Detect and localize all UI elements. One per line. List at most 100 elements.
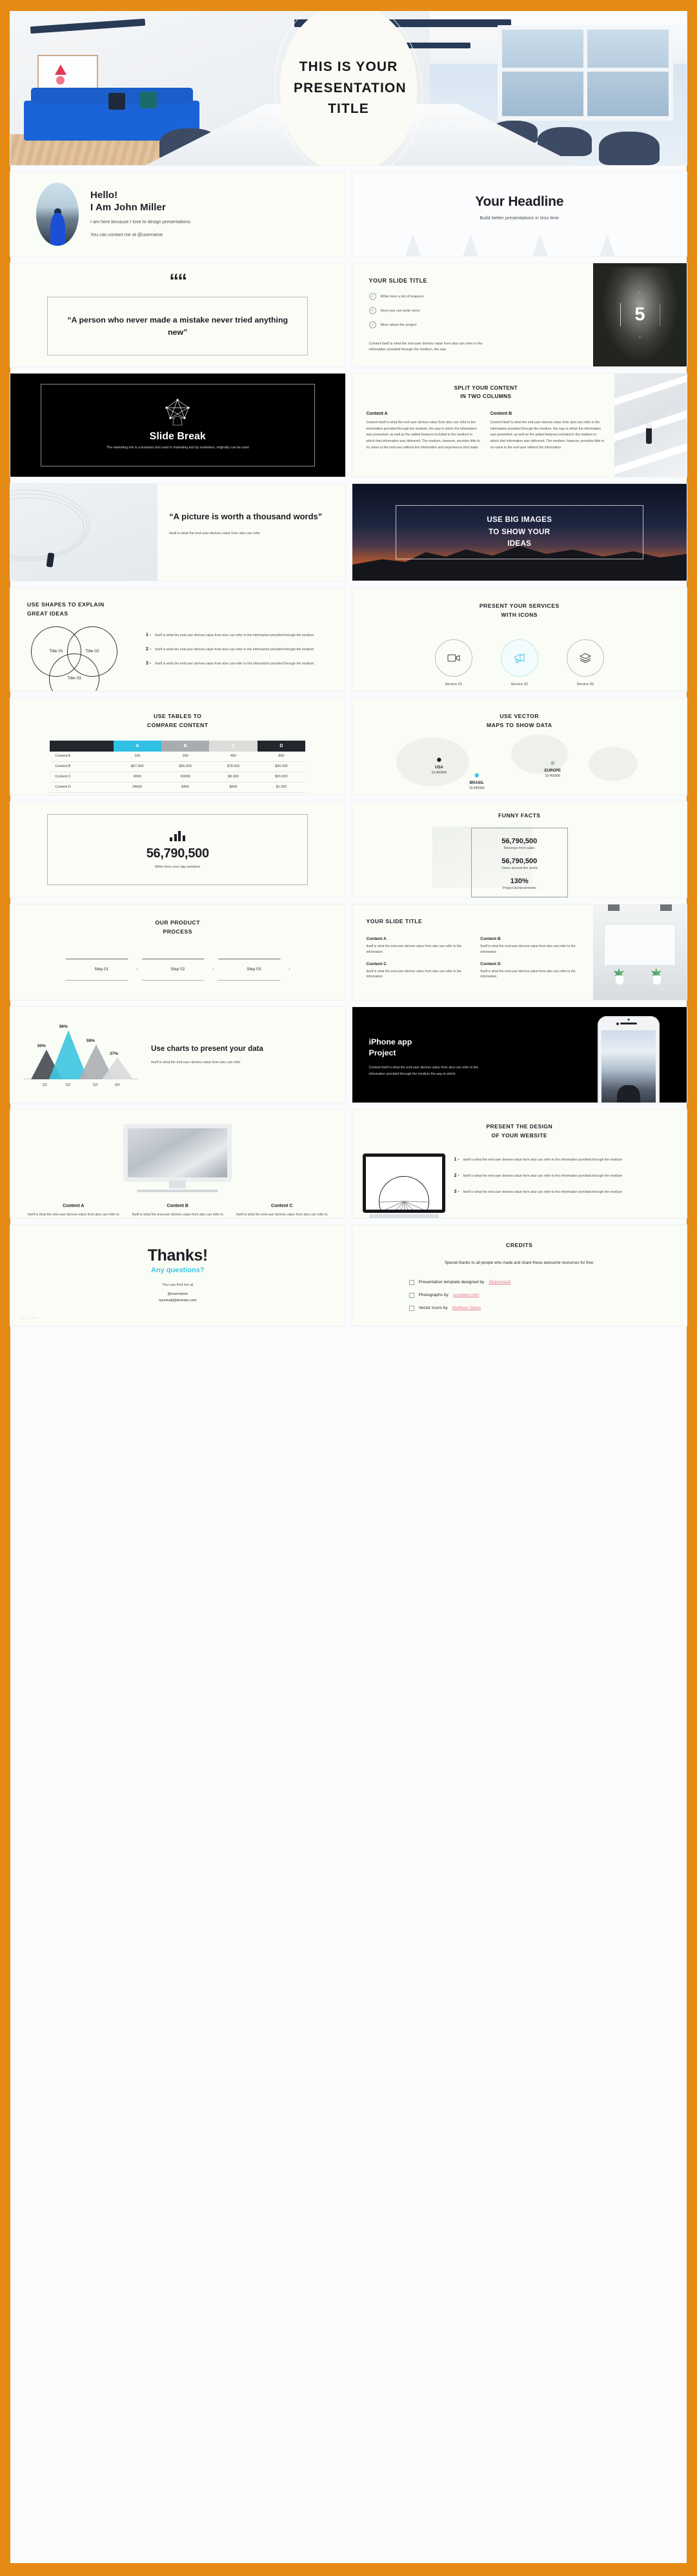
item-number: 3 -	[454, 1190, 460, 1195]
map-pin-usa[interactable]: ● USA 19.450000	[432, 755, 447, 775]
web-col-heading: Content A	[63, 1204, 85, 1208]
thanks-question: Any questions?	[150, 1266, 205, 1275]
slide-shapes[interactable]: USE SHAPES TO EXPLAIN GREAT IDEAS Title …	[10, 588, 345, 691]
interior-photo	[593, 904, 687, 1000]
credit-link[interactable]: Slidesmash	[489, 1280, 510, 1284]
slide-break[interactable]: Slide Break The marketing mix is a busin…	[10, 374, 345, 477]
slide-website-mockup[interactable]: Content A Itself is what the end-user de…	[10, 1110, 345, 1218]
slide-website-design[interactable]: PRESENT THE DESIGN OF YOUR WEBSITE 1 - I…	[352, 1110, 687, 1218]
slide-thanks[interactable]: Thanks! Any questions? You can find me a…	[10, 1225, 345, 1326]
slide-title[interactable]: THIS IS YOUR PRESENTATION TITLE	[10, 12, 687, 165]
services-title-line1: PRESENT YOUR SERVICES	[479, 603, 560, 609]
table-cell: $400	[161, 782, 210, 793]
venn-label: Title 03	[67, 676, 81, 681]
slide-picture-quote[interactable]: “A picture is worth a thousand words” It…	[10, 484, 345, 581]
map-pin-brasil[interactable]: ● BRASIL 19.450000	[469, 770, 485, 790]
split-col-body: Content itself is what the end-user deri…	[366, 421, 480, 450]
cell-body: Itself is what the end-user derives valu…	[480, 944, 576, 954]
slide-map[interactable]: USE VECTOR MAPS TO SHOW DATA ● USA 19.45…	[352, 698, 687, 795]
table-header-blank	[50, 740, 114, 752]
slide-charts[interactable]: 50% 86% 59% 37% Q1 Q2 Q3 Q4 Use charts t…	[10, 1007, 345, 1103]
table-cell: $78.000	[209, 761, 258, 772]
hello-heading: Hello! I Am John Miller	[90, 190, 190, 214]
pin-value: 19.450000	[545, 774, 561, 779]
process-step[interactable]: Step 02	[141, 958, 214, 981]
laptop-foot	[137, 1190, 219, 1192]
process-step[interactable]: Step 03	[217, 958, 290, 981]
plant-pot	[615, 975, 623, 985]
website-column: Content B Itself is what the end-user de…	[130, 1204, 226, 1218]
location-pin-icon: ●	[474, 770, 480, 781]
split-title-line1: SPLIT YOUR CONTENT	[454, 384, 518, 391]
table-row: Content B $67.000 $56.000 $78.000 $90.00…	[50, 761, 306, 772]
map-pin-europe[interactable]: ● EUROPE 19.450000	[545, 758, 561, 778]
laptop-bezel	[123, 1124, 232, 1182]
table-title-line2: COMPARE CONTENT	[146, 721, 208, 728]
slide-features[interactable]: YOUR SLIDE TITLE ✓ Write here a list of …	[352, 263, 687, 366]
service-item[interactable]: Service 02	[496, 639, 543, 686]
design-title-line2: OF YOUR WEBSITE	[491, 1132, 548, 1139]
triangle-shape	[55, 64, 67, 75]
thanks-contact: @username myemail@domain.com	[159, 1292, 197, 1304]
slide-row-12: Thanks! Any questions? You can find me a…	[10, 1225, 687, 1326]
slide-big-number[interactable]: 56,790,500 Write here your big numbers	[10, 802, 345, 897]
fact-item: 56,790,500 Users around the world	[472, 857, 567, 870]
credit-link[interactable]: unsplash.com	[453, 1293, 480, 1297]
bar-chart-icon	[170, 830, 185, 842]
imac-screen	[365, 1156, 442, 1210]
split-title-line2: IN TWO COLUMNS	[460, 392, 512, 399]
slide-split-columns[interactable]: SPLIT YOUR CONTENT IN TWO COLUMNS Conten…	[352, 374, 687, 477]
video-camera-icon	[434, 639, 472, 677]
title-line-1: THIS IS YOUR	[299, 59, 398, 75]
wall-art	[37, 54, 99, 94]
feature-label: More about the project	[380, 323, 417, 327]
person-body	[50, 213, 65, 246]
headline-subtitle: Build better presentations in less time	[480, 215, 560, 221]
slide-funny-facts[interactable]: FUNNY FACTS 56,790,500 Revenue from sale…	[352, 802, 687, 897]
image-credits-watermark: Image Credits	[18, 1317, 39, 1321]
slide-credits[interactable]: CREDITS Special thanks to all people who…	[352, 1225, 687, 1326]
feature-label: Here you can write more	[380, 308, 420, 313]
slide-row-6: USE SHAPES TO EXPLAIN GREAT IDEAS Title …	[10, 588, 687, 691]
network-head-icon	[157, 399, 197, 426]
services-title: PRESENT YOUR SERVICES WITH ICONS	[363, 602, 677, 620]
service-item[interactable]: Service 03	[561, 639, 609, 686]
slide-hello[interactable]: Hello! I Am John Miller I am here becaus…	[10, 172, 345, 256]
iphone-body: Content itself is what the end-user deri…	[369, 1066, 479, 1076]
network-head-svg	[165, 399, 190, 426]
hello-name: I Am John Miller	[90, 202, 166, 214]
pin-name: EUROPE	[544, 769, 561, 774]
speaker-grill	[620, 1023, 637, 1024]
credit-link[interactable]: Matthew Skiles	[452, 1306, 481, 1310]
table-row: Content E $50 $800 $1.000 $3.400	[50, 792, 306, 795]
smoke-photo: 5	[593, 263, 687, 366]
slide-quote[interactable]: ““ “A person who never made a mistake ne…	[10, 263, 345, 366]
service-item[interactable]: Service 01	[430, 639, 478, 686]
table-row: Content C 4500 60000 $8.000 $20.000	[50, 772, 306, 783]
slide-big-images[interactable]: USE BIG IMAGES TO SHOW YOUR IDEAS	[352, 484, 687, 581]
imac-mockup	[362, 1153, 445, 1218]
item-number: 1 -	[146, 632, 152, 637]
circle-shape	[56, 75, 65, 85]
process-step[interactable]: Step 01	[65, 958, 138, 981]
slide-services[interactable]: PRESENT YOUR SERVICES WITH ICONS Service…	[352, 588, 687, 691]
hello-greeting: Hello!	[90, 190, 118, 201]
slide-iphone-app[interactable]: iPhone app Project Content itself is wha…	[352, 1007, 687, 1103]
content-cell: Content B Itself is what the end-user de…	[480, 937, 585, 955]
table-cell: 200	[161, 751, 210, 762]
picture-quote-title: “A picture is worth a thousand words”	[169, 512, 323, 521]
slide-process[interactable]: OUR PRODUCT PROCESS Step 01 Step 02 Step…	[10, 904, 345, 1000]
slide-four-contents[interactable]: YOUR SLIDE TITLE Content A Itself is wha…	[352, 904, 687, 1000]
slide-headline[interactable]: Your Headline Build better presentations…	[352, 172, 687, 256]
ceiling-beam	[608, 904, 620, 911]
list-item: 2 - Itself is what the end-user derives …	[146, 647, 334, 653]
slide-table[interactable]: USE TABLES TO COMPARE CONTENT A B C D Co…	[10, 698, 345, 795]
venn-label: Title 02	[85, 649, 99, 654]
location-pin-icon: ●	[549, 757, 556, 769]
table-cell: Content B	[50, 761, 114, 772]
break-title: Slide Break	[149, 431, 206, 443]
fact-number: 130%	[510, 877, 529, 885]
table-row: Content A 100 200 400 800	[50, 751, 306, 762]
facts-title: FUNNY FACTS	[498, 812, 541, 819]
credit-prefix: Photographs by	[418, 1293, 449, 1298]
